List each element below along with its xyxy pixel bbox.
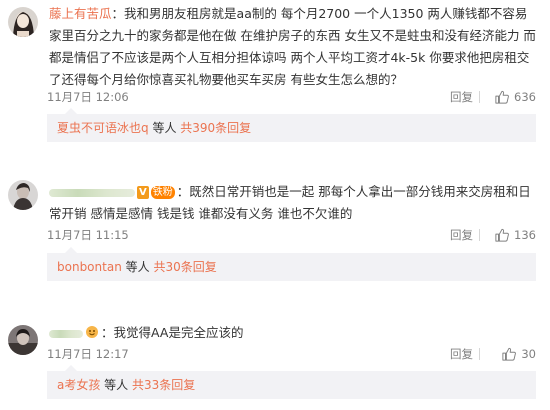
- sub-reply-count[interactable]: 共390条回复: [180, 121, 251, 135]
- comment-meta: 11月7日 11:15 回复 136: [47, 226, 536, 244]
- comment-body: 藤上有苦瓜：我和男朋友租房就是aa制的 每个月2700 一个人1350 两人赚钱…: [49, 3, 536, 91]
- sub-reply-user[interactable]: bonbontan: [57, 260, 122, 274]
- timestamp: 11月7日 11:15: [47, 228, 129, 242]
- colon: ：: [111, 6, 125, 21]
- avatar[interactable]: [8, 325, 38, 355]
- comment-item: V 铁粉 ：既然日常开销也是一起 那每个人拿出一部分钱用来交房租和日常开销 感情是感…: [0, 170, 550, 285]
- timestamp: 11月7日 12:06: [47, 90, 129, 104]
- comment-body: V 铁粉 ：既然日常开销也是一起 那每个人拿出一部分钱用来交房租和日常开销 感情是感…: [49, 181, 536, 225]
- comment-text: 我觉得AA是完全应该的: [113, 325, 244, 340]
- reply-button[interactable]: 回复: [450, 345, 473, 363]
- divider: [479, 348, 480, 360]
- thumbs-up-icon: [502, 347, 517, 361]
- like-count: 30: [521, 347, 536, 361]
- like-button[interactable]: 30: [502, 345, 536, 363]
- colon: ：: [101, 325, 114, 340]
- reply-button[interactable]: 回复: [450, 88, 473, 106]
- avatar[interactable]: [8, 180, 38, 210]
- like-button[interactable]: 636: [495, 88, 536, 106]
- avatar[interactable]: [8, 7, 38, 37]
- thumbs-up-icon: [495, 90, 509, 104]
- caret: [65, 365, 77, 371]
- sub-reply-count[interactable]: 共33条回复: [132, 378, 195, 392]
- sub-reply-middle: 等人: [148, 121, 181, 135]
- like-count: 136: [514, 228, 536, 242]
- sub-reply-user[interactable]: a考女孩: [57, 378, 100, 392]
- divider: [479, 91, 480, 103]
- sub-reply-box[interactable]: a考女孩 等人 共33条回复: [47, 365, 536, 399]
- reply-button[interactable]: 回复: [450, 226, 473, 244]
- username[interactable]: [49, 329, 83, 338]
- timestamp: 11月7日 12:17: [47, 347, 129, 361]
- sub-reply-box[interactable]: bonbontan 等人 共30条回复: [47, 247, 536, 281]
- fan-badge-icon: 铁粉: [150, 186, 175, 199]
- sub-reply-middle: 等人: [121, 260, 154, 274]
- username[interactable]: 藤上有苦瓜: [49, 6, 112, 21]
- sub-reply-count[interactable]: 共30条回复: [153, 260, 216, 274]
- like-button[interactable]: 136: [495, 226, 536, 244]
- comment-meta: 11月7日 12:06 回复 636: [47, 88, 536, 106]
- comment-meta: 11月7日 12:17 回复 30: [47, 345, 536, 363]
- sub-reply-user[interactable]: 夏虫不可语冰也q: [57, 121, 149, 135]
- thumbs-up-icon: [495, 228, 509, 242]
- sub-reply-box[interactable]: 夏虫不可语冰也q 等人 共390条回复: [47, 108, 536, 142]
- fan-badge-icon: [86, 326, 98, 338]
- like-count: 636: [514, 90, 536, 104]
- comment-item: 藤上有苦瓜：我和男朋友租房就是aa制的 每个月2700 一个人1350 两人赚钱…: [0, 0, 550, 148]
- sub-reply-middle: 等人: [100, 378, 132, 392]
- comment-item: ：我觉得AA是完全应该的 11月7日 12:17 回复 30 a考女孩 等人 共…: [0, 315, 550, 410]
- colon: ：: [176, 184, 190, 199]
- comment-body: ：我觉得AA是完全应该的: [49, 322, 536, 344]
- divider: [479, 229, 480, 241]
- username[interactable]: [49, 188, 135, 197]
- v-badge-icon: V: [137, 186, 149, 199]
- caret: [65, 108, 77, 114]
- caret: [65, 247, 77, 253]
